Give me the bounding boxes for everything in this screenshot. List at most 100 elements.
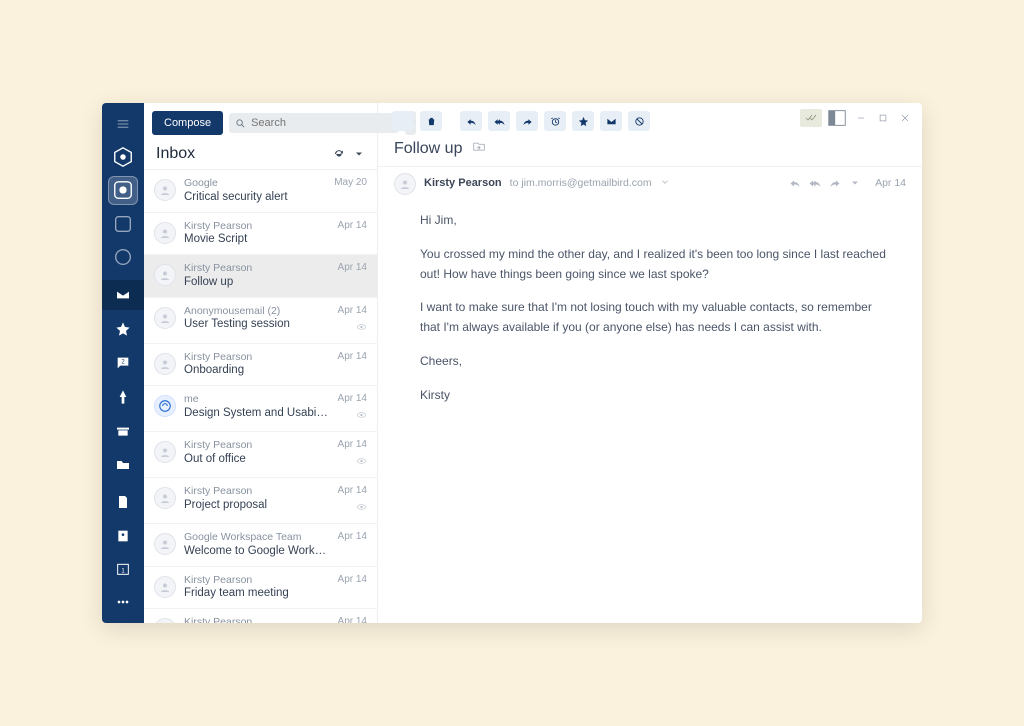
mail-subject: Project proposal <box>184 498 330 513</box>
mail-subject: Friday team meeting <box>184 586 330 601</box>
mail-item[interactable]: Kirsty PearsonWeekly ReportApr 14 <box>144 609 377 623</box>
delete-button[interactable] <box>420 111 442 131</box>
msg-reply-icon[interactable] <box>789 177 801 189</box>
mail-item[interactable]: Anonymousemail (2)User Testing session Ap… <box>144 298 377 344</box>
message-to: to jim.morris@getmailbird.com <box>510 177 652 189</box>
compose-button[interactable]: Compose <box>152 111 223 135</box>
mail-subject: Welcome to Google Workspace,… <box>184 544 330 559</box>
search-icon <box>235 118 246 129</box>
nav-contacts-icon[interactable] <box>108 521 138 550</box>
inbox-title: Inbox <box>156 145 195 163</box>
sender-avatar <box>394 173 416 195</box>
mail-subject: Out of office <box>184 452 330 467</box>
mail-subject: Movie Script <box>184 232 330 247</box>
msg-more-icon[interactable] <box>849 177 861 189</box>
mail-date: Apr 14 <box>338 351 367 362</box>
mail-date: Apr 14 <box>338 393 367 404</box>
minimize-button[interactable] <box>852 109 870 127</box>
msg-forward-icon[interactable] <box>829 177 841 189</box>
avatar <box>154 576 176 598</box>
mail-item[interactable]: Kirsty PearsonFollow upApr 14 <box>144 255 377 298</box>
mail-item[interactable]: Kirsty PearsonMovie Script Apr 14 <box>144 213 377 256</box>
attachment-icon <box>356 452 367 470</box>
reply-button[interactable] <box>460 111 482 131</box>
message-actions: Apr 14 <box>789 177 906 189</box>
snooze-button[interactable] <box>544 111 566 131</box>
mail-subject: Critical security alert <box>184 190 326 205</box>
message-date: Apr 14 <box>875 177 906 189</box>
mail-date: Apr 14 <box>338 220 367 231</box>
maximize-button[interactable] <box>874 109 892 127</box>
avatar <box>154 179 176 201</box>
mail-sender: Kirsty Pearson <box>184 485 330 498</box>
menu-icon[interactable] <box>108 109 138 138</box>
refresh-icon[interactable] <box>333 148 345 160</box>
mail-item[interactable]: Kirsty PearsonFriday team meetingApr 14 <box>144 567 377 610</box>
block-button[interactable] <box>628 111 650 131</box>
nav-document-icon[interactable] <box>108 488 138 517</box>
search-field-wrap[interactable] <box>229 113 399 133</box>
attachment-icon <box>356 498 367 516</box>
expand-recipients-icon[interactable] <box>660 174 670 192</box>
mail-date: Apr 14 <box>338 262 367 273</box>
mail-sender: Anonymousemail (2) <box>184 305 330 318</box>
dropdown-icon[interactable] <box>353 148 365 160</box>
archive-button[interactable] <box>392 111 414 131</box>
nav-archive-icon[interactable] <box>108 416 138 446</box>
mail-subject: Design System and Usability Tes… <box>184 406 330 421</box>
reply-all-button[interactable] <box>488 111 510 131</box>
close-button[interactable] <box>896 109 914 127</box>
attachment-icon <box>356 406 367 424</box>
mail-item[interactable]: Kirsty PearsonOnboarding Apr 14 <box>144 344 377 387</box>
mail-date: Apr 14 <box>338 305 367 316</box>
nav-more-icon[interactable] <box>108 588 138 617</box>
nav-calendar-icon[interactable]: 1 <box>108 554 138 583</box>
avatar <box>154 264 176 286</box>
avatar <box>154 487 176 509</box>
mail-subject: Onboarding <box>184 363 330 378</box>
subject-row: Follow up <box>378 133 922 166</box>
nav-starred-icon[interactable] <box>108 314 138 344</box>
mail-sender: Kirsty Pearson <box>184 351 330 364</box>
svg-text:1: 1 <box>121 568 125 574</box>
mail-sender: Google <box>184 177 326 190</box>
account-4-icon[interactable] <box>108 242 138 271</box>
message-body: Hi Jim, You crossed my mind the other da… <box>378 201 922 436</box>
forward-button[interactable] <box>516 111 538 131</box>
message-from: Kirsty Pearson <box>424 177 502 189</box>
mail-item[interactable]: meDesign System and Usability Tes… Apr 14 <box>144 386 377 432</box>
avatar <box>154 441 176 463</box>
panel-toggle-button[interactable] <box>826 109 848 127</box>
mail-sender: me <box>184 393 330 406</box>
star-button[interactable] <box>572 111 594 131</box>
msg-reply-all-icon[interactable] <box>809 177 821 189</box>
sidebar-rail: 2 1 <box>102 103 144 623</box>
avatar <box>154 533 176 555</box>
account-2-icon[interactable] <box>108 176 138 205</box>
mail-subject: User Testing session <box>184 317 330 332</box>
nav-chat-icon[interactable]: 2 <box>108 348 138 378</box>
avatar <box>154 353 176 375</box>
nav-inbox-icon[interactable] <box>102 280 144 310</box>
mail-date: May 20 <box>334 177 367 188</box>
nav-folder-icon[interactable] <box>108 450 138 480</box>
account-3-icon[interactable] <box>108 209 138 238</box>
move-to-folder-icon[interactable] <box>472 139 486 158</box>
mail-item[interactable]: GoogleCritical security alert May 20 <box>144 170 377 213</box>
message-header: Kirsty Pearson to jim.morris@getmailbird… <box>378 166 922 201</box>
nav-send-icon[interactable] <box>108 382 138 412</box>
attachment-icon <box>356 318 367 336</box>
mail-item[interactable]: Kirsty PearsonProject proposal Apr 14 <box>144 478 377 524</box>
mail-item[interactable]: Kirsty PearsonOut of officeApr 14 <box>144 432 377 478</box>
reading-pane: Follow up Kirsty Pearson to jim.morris@g… <box>378 103 922 623</box>
search-input[interactable] <box>251 117 393 129</box>
inbox-title-row: Inbox <box>144 139 377 169</box>
mail-item[interactable]: Google Workspace TeamWelcome to Google W… <box>144 524 377 567</box>
mail-sender: Kirsty Pearson <box>184 616 330 623</box>
mail-date: Apr 14 <box>338 485 367 496</box>
mail-sender: Kirsty Pearson <box>184 220 330 233</box>
account-1-icon[interactable] <box>108 142 138 171</box>
mark-unread-button[interactable] <box>600 111 622 131</box>
mark-done-button[interactable] <box>800 109 822 127</box>
mail-date: Apr 14 <box>338 616 367 623</box>
